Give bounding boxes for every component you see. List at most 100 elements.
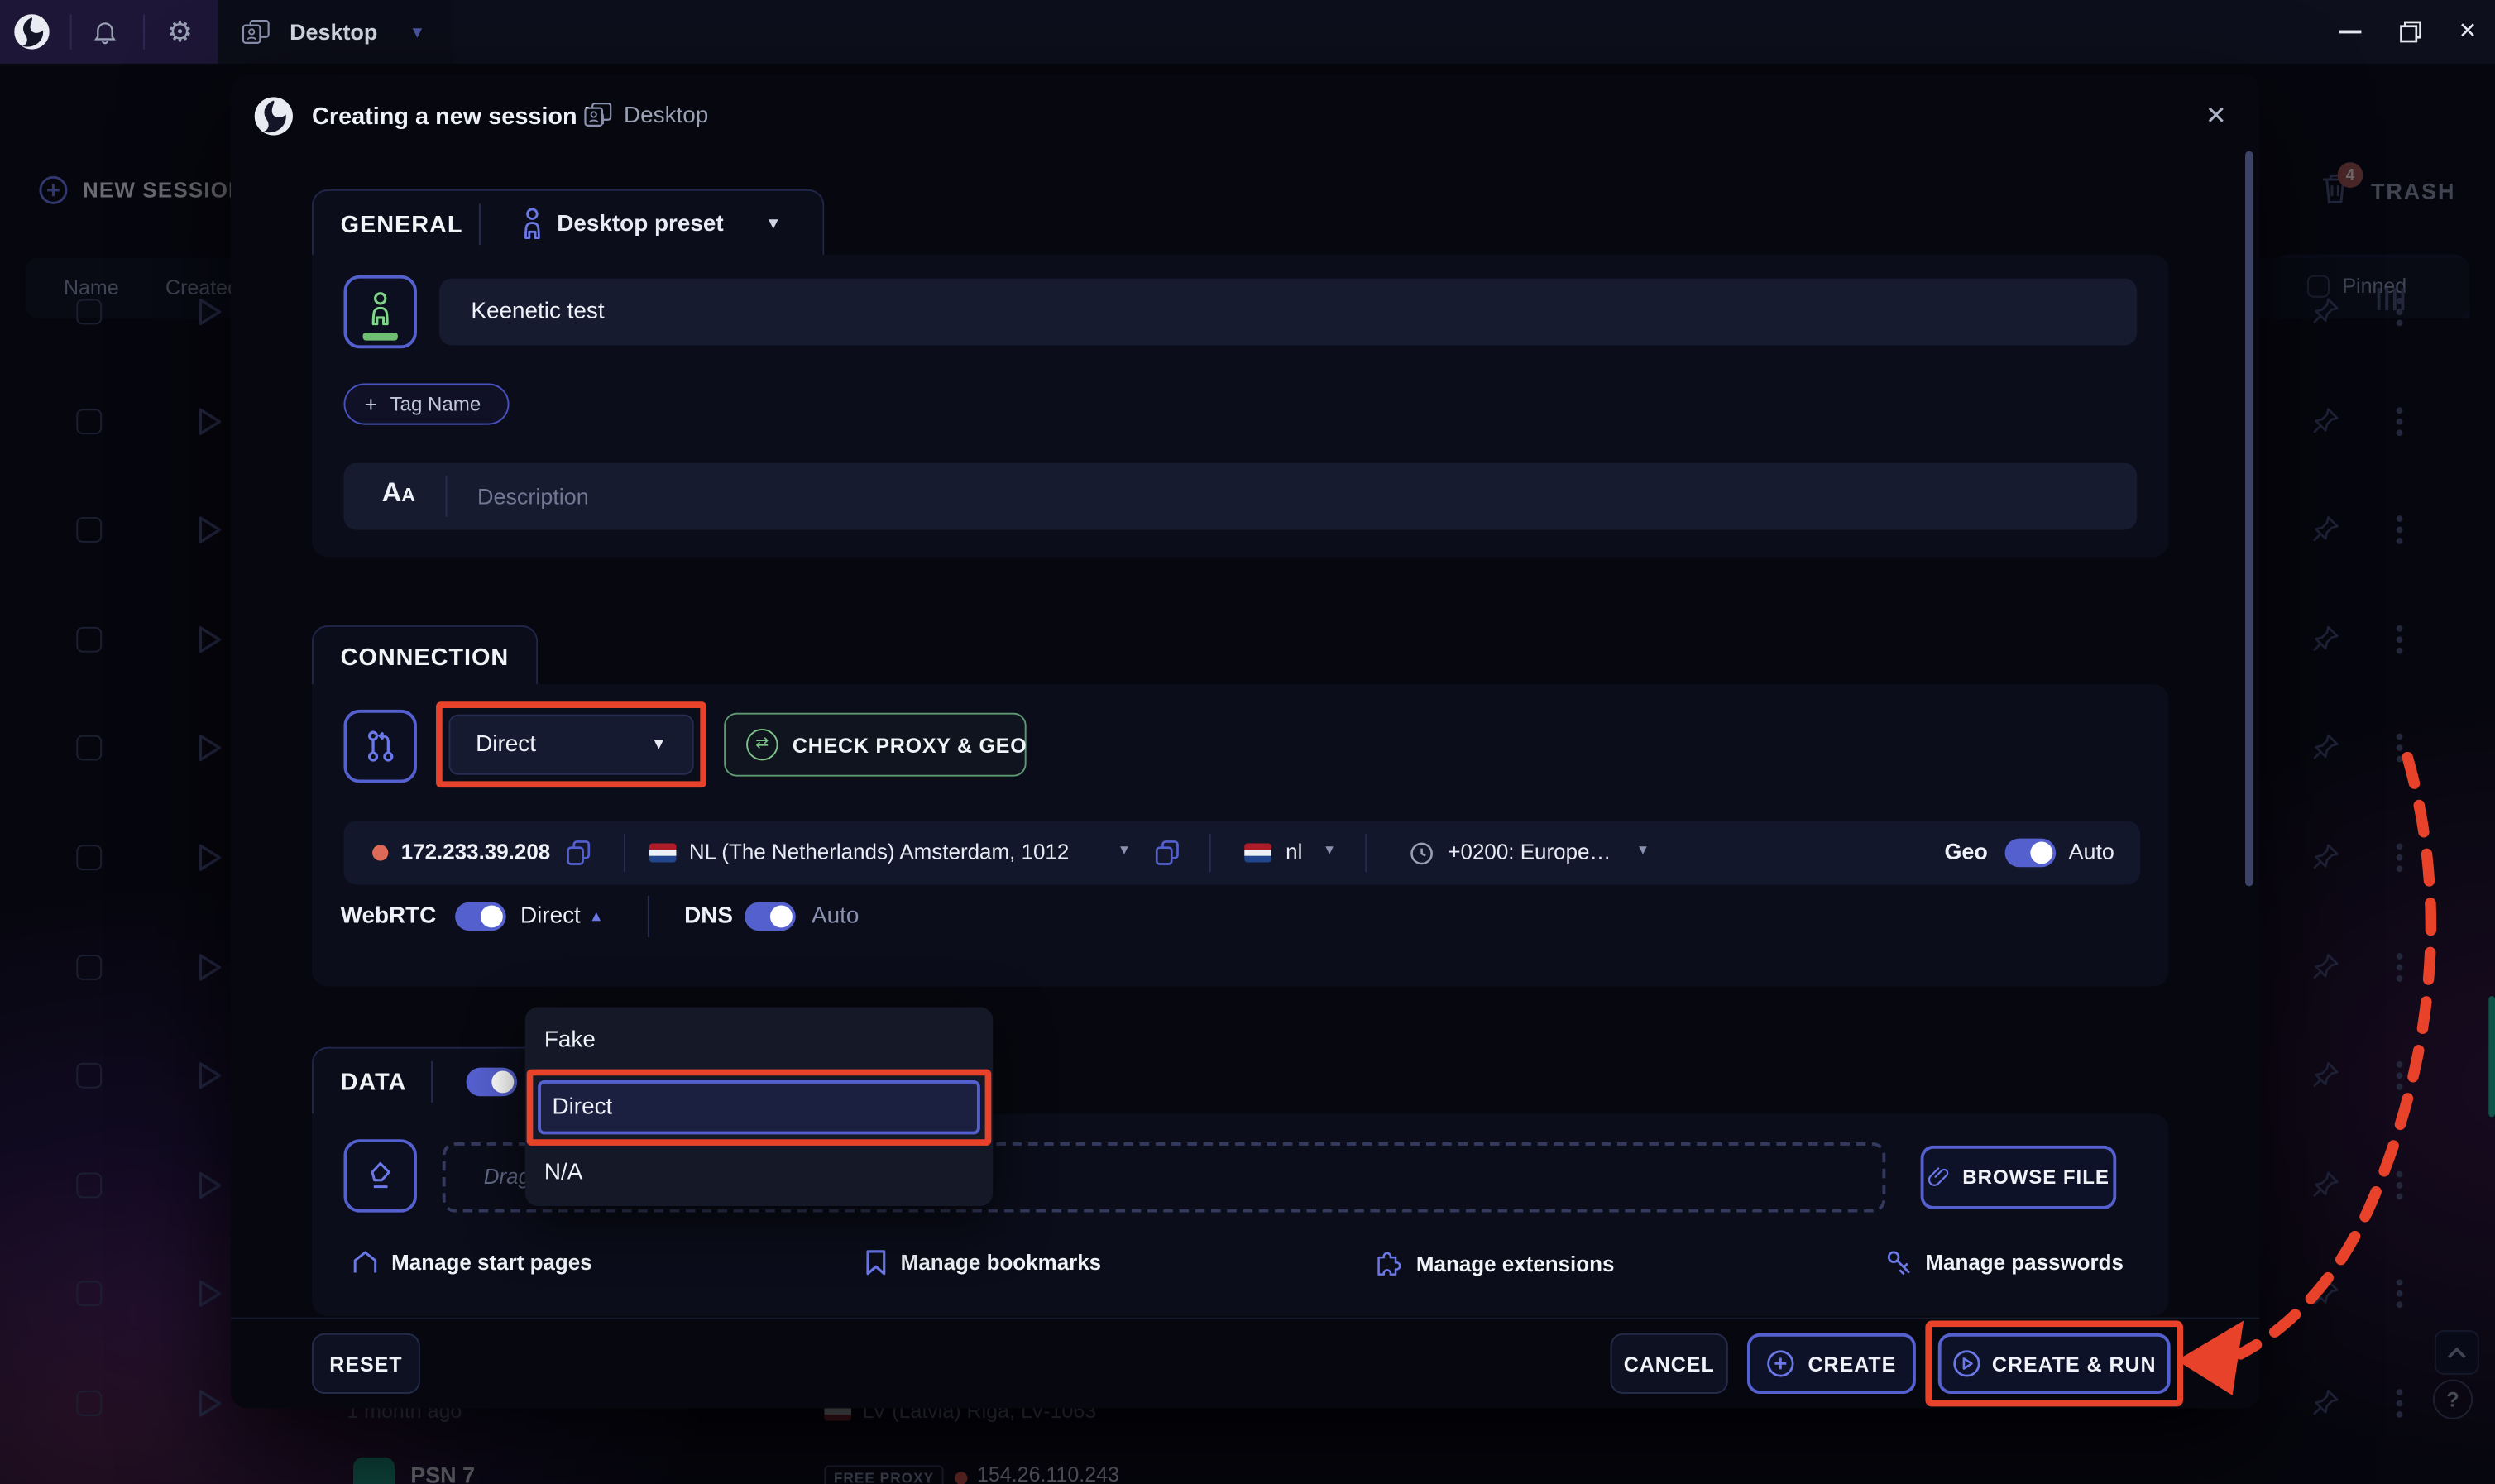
bell-icon	[91, 17, 120, 46]
modal-title: Creating a new session in	[312, 103, 605, 131]
dropdown-option-na[interactable]: N/A	[544, 1160, 582, 1185]
ip-value: 172.233.39.208	[401, 840, 551, 864]
data-tab[interactable]: DATA	[312, 1047, 560, 1114]
manage-bookmarks-label: Manage bookmarks	[901, 1251, 1101, 1275]
paperclip-icon	[1928, 1165, 1951, 1190]
reset-label: RESET	[329, 1352, 402, 1376]
preset-person-icon	[520, 207, 544, 240]
window-close-icon: ✕	[2459, 17, 2478, 45]
dns-toggle[interactable]	[745, 902, 796, 931]
geo-toggle[interactable]	[2005, 839, 2057, 868]
data-toggle[interactable]	[467, 1068, 518, 1097]
browse-file-button[interactable]: BROWSE FILE	[1921, 1146, 2117, 1209]
language-value[interactable]: nl	[1286, 840, 1302, 864]
connection-tab[interactable]: CONNECTION	[312, 625, 538, 686]
id-card-icon	[242, 19, 271, 45]
proxy-type-caret-icon: ▾	[654, 732, 664, 754]
cancel-label: CANCEL	[1624, 1352, 1715, 1376]
description-placeholder: Description	[477, 484, 589, 510]
settings-button[interactable]: ⚙	[167, 14, 193, 49]
location-value[interactable]: NL (The Netherlands) Amsterdam, 1012	[689, 840, 1069, 864]
dropdown-option-fake[interactable]: Fake	[544, 1028, 596, 1054]
app-logo-icon[interactable]	[14, 14, 49, 49]
copy-icon[interactable]	[567, 840, 591, 866]
eraser-icon	[363, 1158, 398, 1193]
create-run-highlight: CREATE & RUN	[1925, 1320, 2183, 1406]
browse-file-label: BROWSE FILE	[1962, 1166, 2109, 1189]
dropdown-selected-highlight: Direct	[527, 1070, 992, 1146]
plus-circle-icon	[1767, 1349, 1796, 1378]
copy-icon[interactable]	[1155, 840, 1179, 866]
connection-tab-label: CONNECTION	[341, 644, 510, 672]
bookmark-icon	[865, 1249, 886, 1276]
geo-info-bar: 172.233.39.208 NL (The Netherlands) Amst…	[343, 821, 2140, 885]
manage-extensions-link[interactable]: Manage extensions	[1375, 1249, 1615, 1278]
check-proxy-label: CHECK PROXY & GEO	[793, 734, 1027, 758]
webrtc-toggle[interactable]	[455, 902, 506, 931]
manage-start-pages-label: Manage start pages	[391, 1251, 591, 1275]
manage-bookmarks-link[interactable]: Manage bookmarks	[865, 1249, 1101, 1276]
tab-caret-icon[interactable]: ▾	[413, 21, 423, 43]
manage-passwords-label: Manage passwords	[1925, 1251, 2124, 1275]
dns-value: Auto	[812, 904, 859, 930]
dns-label: DNS	[684, 904, 733, 930]
session-icon-box[interactable]	[343, 275, 416, 348]
session-name-value: Keenetic test	[471, 299, 604, 325]
session-icon-base	[363, 333, 398, 341]
footer-divider	[231, 1318, 2259, 1319]
swap-circle-icon: ⇄	[746, 729, 778, 760]
timezone-caret-icon[interactable]: ▾	[1639, 842, 1647, 859]
key-icon	[1885, 1249, 1913, 1276]
nl-flag-icon	[649, 843, 677, 862]
reset-button[interactable]: RESET	[312, 1333, 420, 1394]
description-input[interactable]: AA Description	[343, 463, 2137, 530]
check-proxy-button[interactable]: ⇄ CHECK PROXY & GEO	[724, 713, 1026, 777]
tag-button-label: Tag Name	[390, 393, 481, 415]
modal-scrollbar[interactable]	[2245, 151, 2253, 887]
preset-caret-icon[interactable]: ▾	[769, 212, 778, 234]
create-run-button[interactable]: CREATE & RUN	[1938, 1333, 2171, 1394]
geo-label: Geo	[1944, 839, 1987, 864]
add-tag-button[interactable]: + Tag Name	[343, 384, 509, 425]
dropdown-option-direct[interactable]: Direct	[538, 1080, 980, 1134]
new-session-modal: Creating a new session in Desktop ✕ GENE…	[231, 74, 2259, 1408]
session-name-input[interactable]: Keenetic test	[439, 279, 2137, 346]
connection-card: Direct ▾ ⇄ CHECK PROXY & GEO 172.233.39.…	[312, 684, 2169, 986]
window-maximize-button[interactable]	[2387, 0, 2435, 64]
font-size-icon: AA	[382, 477, 415, 509]
notifications-button[interactable]	[91, 17, 120, 46]
general-card: Keenetic test + Tag Name AA Description	[312, 255, 2169, 557]
eraser-icon-box[interactable]	[343, 1139, 416, 1212]
puzzle-icon	[1375, 1249, 1404, 1278]
window-minimize-button[interactable]	[2326, 0, 2374, 64]
title-bar: ⚙ Desktop ▾ ✕	[0, 0, 2495, 64]
create-button[interactable]: CREATE	[1747, 1333, 1916, 1394]
location-caret-icon[interactable]: ▾	[1120, 842, 1128, 859]
window-close-button[interactable]: ✕	[2444, 0, 2495, 64]
webrtc-value[interactable]: Direct	[520, 904, 581, 930]
tab-desktop[interactable]: Desktop ▾	[218, 0, 454, 64]
tab-desktop-label: Desktop	[290, 19, 377, 45]
geo-value: Auto	[2069, 839, 2114, 864]
clock-icon	[1410, 842, 1434, 866]
proxy-icon-box	[343, 710, 416, 783]
language-flag-icon	[1244, 843, 1271, 862]
manage-start-pages-link[interactable]: Manage start pages	[352, 1249, 592, 1276]
ip-status-dot	[372, 845, 388, 860]
proxy-nodes-icon	[362, 727, 400, 765]
create-run-label: CREATE & RUN	[1992, 1352, 2157, 1376]
cancel-button[interactable]: CANCEL	[1611, 1333, 1728, 1394]
proxy-type-select[interactable]: Direct ▾	[448, 715, 693, 775]
modal-context-icon	[584, 102, 613, 127]
modal-close-button[interactable]: ✕	[2205, 100, 2227, 132]
webrtc-caret-up-icon[interactable]: ▴	[592, 905, 601, 926]
restore-icon	[2400, 21, 2422, 43]
manage-passwords-link[interactable]: Manage passwords	[1885, 1249, 2124, 1276]
language-caret-icon[interactable]: ▾	[1325, 842, 1334, 859]
home-icon	[352, 1249, 379, 1276]
preset-select-value[interactable]: Desktop preset	[557, 212, 724, 237]
timezone-value[interactable]: +0200: Europe…	[1448, 840, 1611, 864]
manage-extensions-label: Manage extensions	[1416, 1252, 1615, 1276]
general-tab[interactable]: GENERAL Desktop preset ▾	[312, 189, 824, 256]
proxy-type-value: Direct	[476, 732, 536, 758]
